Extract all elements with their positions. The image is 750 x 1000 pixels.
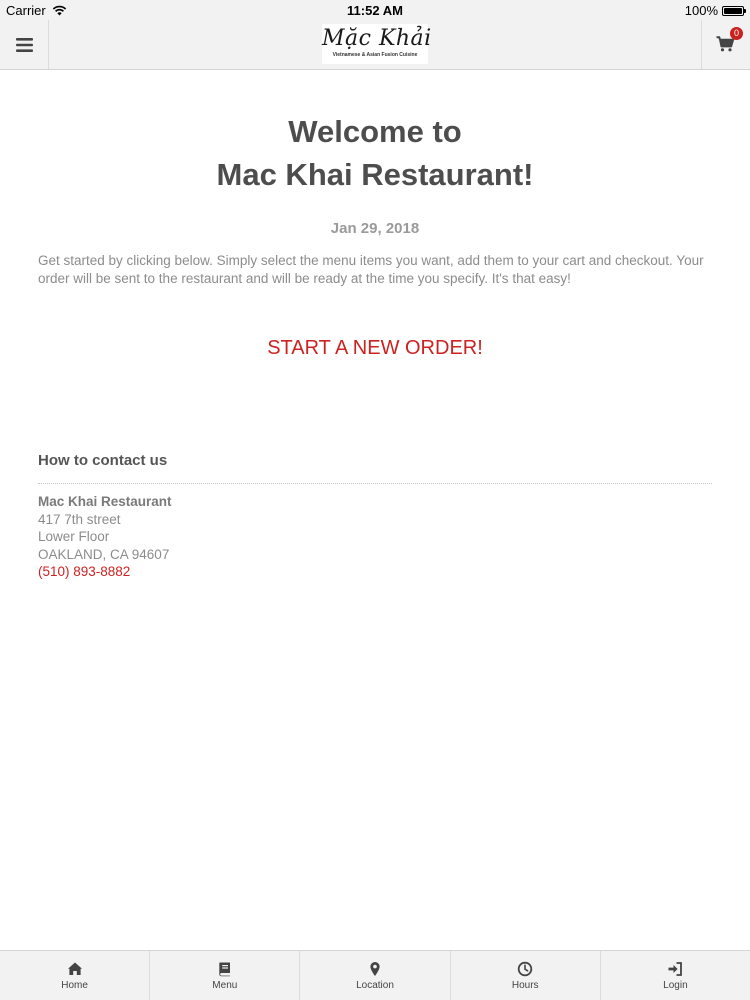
battery-percent: 100% <box>684 3 718 18</box>
tab-hours[interactable]: Hours <box>451 951 601 1000</box>
cart-count-badge: 0 <box>730 26 743 40</box>
welcome-line-2: Mac Khai Restaurant! <box>216 157 534 192</box>
book-icon <box>219 962 230 976</box>
welcome-heading: Welcome to Mac Khai Restaurant! <box>0 110 750 196</box>
start-new-order-link[interactable]: START A NEW ORDER! <box>0 337 750 360</box>
contact-phone-link[interactable]: (510) 893-8882 <box>38 563 712 581</box>
tab-menu[interactable]: Menu <box>150 951 301 1000</box>
battery-icon <box>722 5 746 16</box>
restaurant-logo[interactable]: Mặc Khải Vietnamese & Asian Fusion Cuisi… <box>322 24 432 64</box>
status-right: 100% <box>684 3 746 18</box>
tab-location-label: Location <box>356 979 394 991</box>
welcome-line-1: Welcome to <box>288 114 462 149</box>
tab-location[interactable]: Location <box>300 951 451 1000</box>
hamburger-icon <box>15 37 33 52</box>
logo-title: Mặc Khải <box>322 26 432 51</box>
tab-hours-label: Hours <box>511 979 539 991</box>
tab-login-label: Login <box>663 979 688 991</box>
cart-icon-wrap: 0 <box>716 26 743 54</box>
main-content: Welcome to Mac Khai Restaurant! Jan 29, … <box>0 70 750 581</box>
status-bar: Carrier 11:52 AM 100% <box>0 0 750 20</box>
app-screen: Carrier 11:52 AM 100% Mặc Khải Vietnames… <box>0 0 750 1000</box>
clock-icon <box>518 961 533 976</box>
bottom-tab-bar: Home Menu Location Hours Login <box>0 950 750 1000</box>
contact-address-line-1: 417 7th street <box>38 511 121 527</box>
tab-login[interactable]: Login <box>601 951 750 1000</box>
logo-subtitle: Vietnamese & Asian Fusion Cuisine <box>332 52 418 58</box>
tab-menu-label: Menu <box>212 979 238 991</box>
contact-section: How to contact us Mac Khai Restaurant 41… <box>38 452 712 581</box>
battery-fill <box>724 7 742 14</box>
contact-restaurant-name: Mac Khai Restaurant <box>38 494 172 509</box>
home-icon <box>67 962 82 975</box>
tab-home-label: Home <box>61 979 88 991</box>
intro-text: Get started by clicking below. Simply se… <box>38 253 704 286</box>
menu-button[interactable] <box>0 20 49 69</box>
cart-button[interactable]: 0 <box>701 20 750 69</box>
nav-bar: Mặc Khải Vietnamese & Asian Fusion Cuisi… <box>0 20 750 70</box>
contact-address-line-2: Lower Floor <box>38 529 110 544</box>
map-marker-icon <box>370 961 380 976</box>
current-date: Jan 29, 2018 <box>330 220 420 237</box>
contact-address-line-3: OAKLAND, CA 94607 <box>38 546 170 562</box>
sign-in-icon <box>668 961 683 976</box>
tab-home[interactable]: Home <box>0 951 151 1000</box>
contact-details: Mac Khai Restaurant 417 7th street Lower… <box>38 493 712 581</box>
status-time: 11:52 AM <box>347 3 403 18</box>
contact-heading: How to contact us <box>38 452 712 484</box>
